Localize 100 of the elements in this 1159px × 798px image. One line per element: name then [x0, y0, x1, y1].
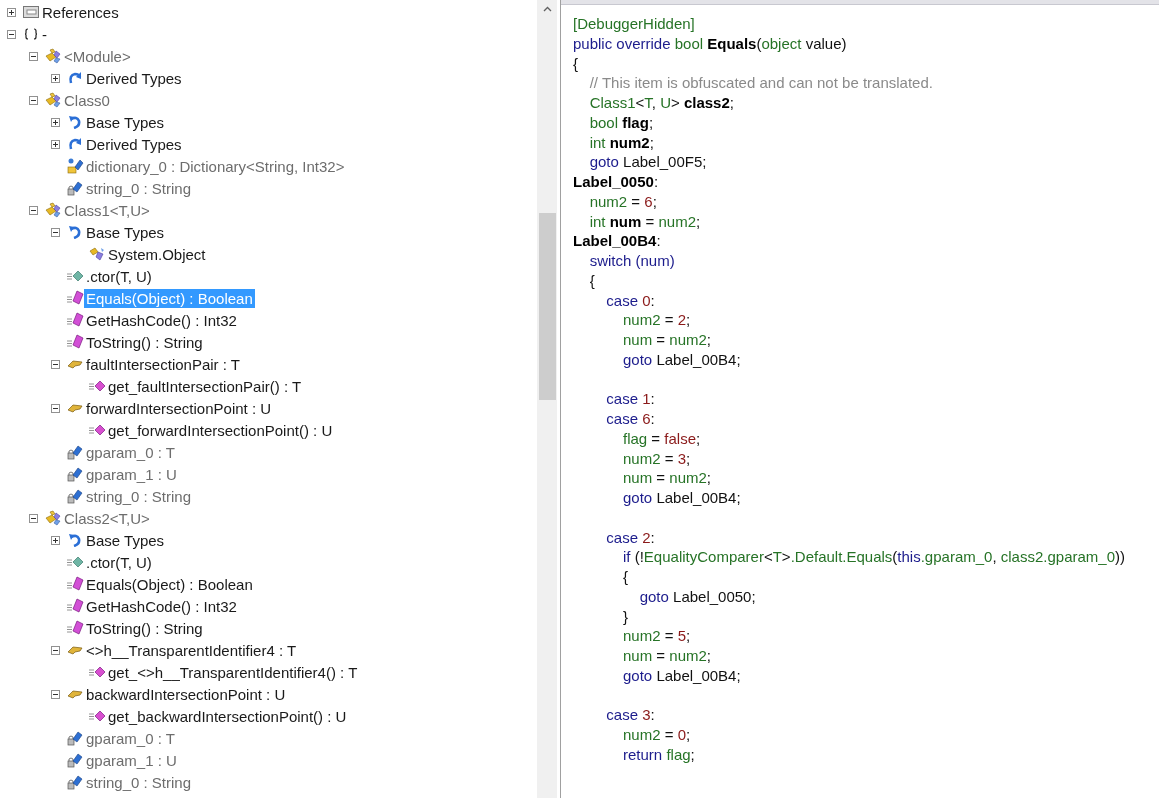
expand-toggle[interactable]	[50, 73, 60, 83]
tree-item[interactable]: .ctor(T, U)	[84, 552, 154, 572]
expand-toggle[interactable]	[50, 139, 60, 149]
expand-toggle[interactable]	[50, 117, 60, 127]
code-line: num = num2;	[622, 468, 712, 488]
collapse-toggle[interactable]	[6, 29, 16, 39]
tree-item[interactable]: ToString() : String	[84, 618, 205, 638]
field-icon	[66, 158, 84, 174]
expand-toggle[interactable]	[6, 7, 16, 17]
class-icon	[44, 202, 62, 218]
tree-item[interactable]: backwardIntersectionPoint : U	[84, 684, 288, 704]
collapse-toggle[interactable]	[50, 645, 60, 655]
curved-arrow-icon	[68, 115, 82, 129]
code-line: int num2;	[588, 132, 655, 153]
tree-item[interactable]: Base Types	[84, 530, 167, 550]
tree-item[interactable]: get_<>h__TransparentIdentifier4() : T	[106, 662, 360, 682]
scrollbar[interactable]	[537, 0, 557, 798]
collapse-toggle[interactable]	[28, 513, 38, 523]
tree-item[interactable]: gparam_0 : T	[84, 728, 177, 748]
tree-item[interactable]: Class1<T,U>	[62, 200, 152, 220]
code-line: {	[588, 270, 596, 291]
code-line: case 2:	[605, 527, 656, 548]
method-icon	[66, 312, 84, 328]
curved-arrow-icon	[68, 71, 82, 85]
code-line: if (!EqualityComparer<T>.Default.Equals(this.gparam_0, class2.gparam_0))	[622, 547, 1126, 567]
tree-item[interactable]: GetHashCode() : Int32	[84, 596, 239, 616]
method-icon	[66, 576, 84, 592]
tree-item[interactable]: get_faultIntersectionPair() : T	[106, 376, 304, 396]
ctor-icon	[66, 556, 84, 568]
scroll-thumb[interactable]	[538, 213, 556, 400]
collapse-toggle[interactable]	[50, 403, 60, 413]
class-icon	[44, 510, 62, 526]
tree-item[interactable]: GetHashCode() : Int32	[84, 310, 239, 330]
tree-item[interactable]: Class2<T,U>	[62, 508, 152, 528]
code-line: num2 = 3;	[622, 448, 692, 469]
tree-item[interactable]: string_0 : String	[84, 772, 194, 792]
class-icon	[44, 48, 62, 64]
tree-item[interactable]: gparam_0 : T	[84, 442, 177, 462]
tree-item[interactable]: gparam_1 : U	[84, 464, 179, 484]
scroll-up-icon[interactable]	[542, 6, 552, 12]
code-line: Label_00B4:	[573, 231, 662, 251]
tree-item[interactable]: Base Types	[84, 222, 167, 242]
code-line: case 3:	[605, 705, 656, 725]
code-line: {	[573, 53, 579, 74]
tree-item[interactable]: forwardIntersectionPoint : U	[84, 398, 274, 418]
tree-item[interactable]: Equals(Object) : Boolean	[84, 574, 255, 594]
code-line: {	[622, 567, 630, 587]
curved-arrow-icon	[68, 533, 82, 547]
tree-item[interactable]: References	[40, 2, 121, 22]
references-icon	[23, 6, 39, 18]
tree-item[interactable]: Class0	[62, 90, 112, 110]
code-line: int num = num2;	[588, 211, 702, 232]
tree-item[interactable]: string_0 : String	[84, 178, 194, 198]
locked-field-icon	[66, 466, 84, 482]
tree-item[interactable]: <Module>	[62, 46, 133, 66]
tree-item[interactable]: gparam_1 : U	[84, 750, 179, 770]
code-line: return flag;	[622, 744, 696, 765]
collapse-toggle[interactable]	[50, 227, 60, 237]
tree-item[interactable]: string_0 : String	[84, 486, 194, 506]
collapse-toggle[interactable]	[28, 205, 38, 215]
code-line: num2 = 5;	[622, 626, 692, 646]
code-line: // This item is obfuscated and can not be translated.	[588, 73, 934, 93]
code-line: goto Label_0050;	[638, 586, 757, 607]
curved-arrow-icon	[68, 137, 82, 151]
braces-icon	[24, 28, 38, 40]
method-icon	[88, 666, 106, 678]
locked-field-icon	[66, 774, 84, 790]
method-icon	[88, 710, 106, 722]
code-line: }	[622, 606, 630, 627]
tree-item[interactable]: get_backwardIntersectionPoint() : U	[106, 706, 349, 726]
tree-item[interactable]: Derived Types	[84, 68, 184, 88]
code-line: num2 = 2;	[622, 310, 692, 330]
tree-item[interactable]: dictionary_0 : Dictionary<String, Int32>	[84, 156, 347, 176]
code-line: num = num2;	[622, 330, 712, 350]
method-icon	[66, 598, 84, 614]
expand-toggle[interactable]	[50, 535, 60, 545]
tree-item[interactable]: Derived Types	[84, 134, 184, 154]
code-line: switch (num)	[588, 251, 676, 271]
collapse-toggle[interactable]	[28, 95, 38, 105]
hand-icon	[67, 689, 83, 699]
locked-field-icon	[66, 488, 84, 504]
code-line: goto Label_00B4;	[622, 488, 742, 508]
code-line: goto Label_00B4;	[622, 349, 742, 370]
method-icon	[88, 380, 106, 392]
collapse-toggle[interactable]	[50, 689, 60, 699]
tree-item[interactable]: <>h__TransparentIdentifier4 : T	[84, 640, 299, 660]
ctor-icon	[66, 270, 84, 282]
collapse-toggle[interactable]	[50, 359, 60, 369]
tree-item[interactable]: -	[40, 24, 49, 44]
code-line: case 6:	[605, 409, 656, 429]
tree-item[interactable]: System.Object	[106, 244, 208, 264]
tree-item[interactable]: get_forwardIntersectionPoint() : U	[106, 420, 335, 440]
collapse-toggle[interactable]	[28, 51, 38, 61]
tree-item[interactable]: faultIntersectionPair : T	[84, 354, 242, 374]
code-line: goto Label_00F5;	[588, 152, 708, 172]
tree-item[interactable]: Base Types	[84, 112, 167, 132]
class-icon	[44, 92, 62, 108]
tree-item[interactable]: ToString() : String	[84, 332, 205, 352]
tree-item[interactable]: .ctor(T, U)	[84, 266, 154, 286]
class-icon	[88, 246, 106, 262]
